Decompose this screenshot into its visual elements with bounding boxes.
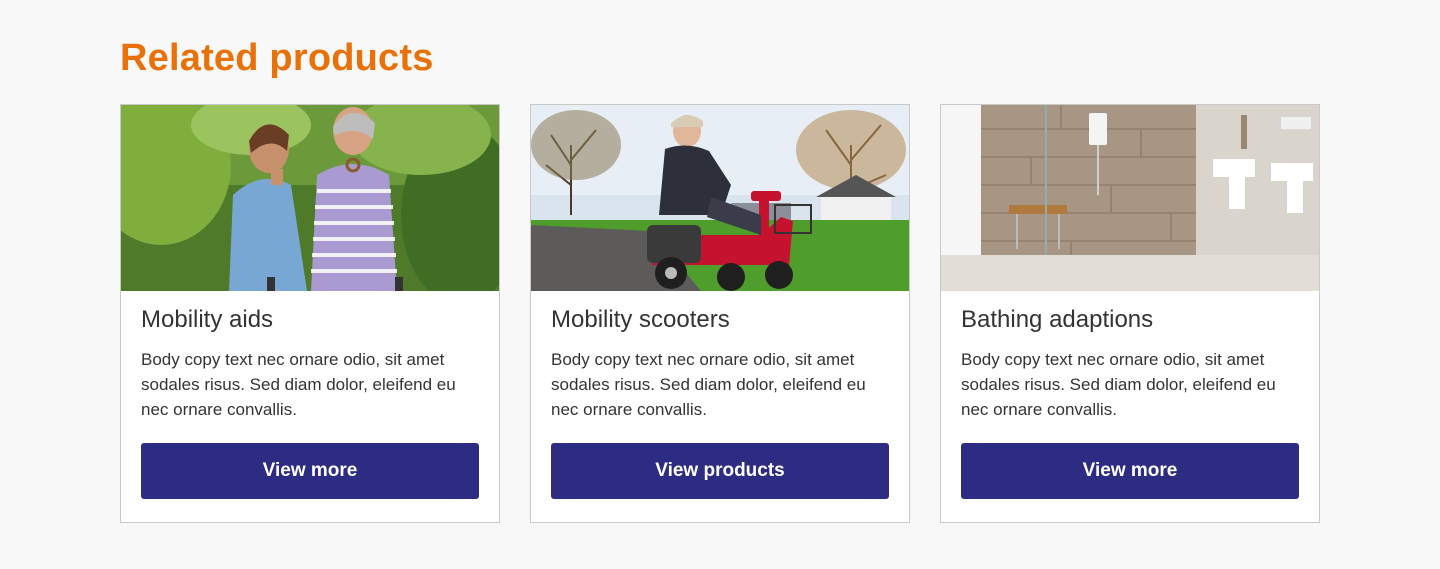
mobility-aids-photo bbox=[121, 105, 499, 291]
section-title: Related products bbox=[120, 37, 434, 79]
card-body: Mobility scooters Body copy text nec orn… bbox=[531, 291, 909, 499]
bathroom-photo bbox=[941, 105, 1319, 291]
card-title: Mobility scooters bbox=[551, 306, 730, 333]
mobility-scooter-photo bbox=[531, 105, 909, 291]
card-image[interactable] bbox=[531, 105, 909, 291]
card-body: Bathing adaptions Body copy text nec orn… bbox=[941, 291, 1319, 499]
view-products-button[interactable]: View products bbox=[551, 443, 889, 499]
card-body: Mobility aids Body copy text nec ornare … bbox=[121, 291, 499, 499]
view-more-button[interactable]: View more bbox=[961, 443, 1299, 499]
card-description: Body copy text nec ornare odio, sit amet… bbox=[961, 350, 1276, 419]
card-description: Body copy text nec ornare odio, sit amet… bbox=[551, 350, 866, 419]
product-card-list: Mobility aids Body copy text nec ornare … bbox=[120, 104, 1320, 523]
product-card: Mobility scooters Body copy text nec orn… bbox=[530, 104, 910, 523]
view-more-button[interactable]: View more bbox=[141, 443, 479, 499]
card-title: Mobility aids bbox=[141, 306, 274, 333]
card-image[interactable] bbox=[121, 105, 499, 291]
product-card: Mobility aids Body copy text nec ornare … bbox=[120, 104, 500, 523]
card-description: Body copy text nec ornare odio, sit amet… bbox=[141, 350, 456, 419]
product-card: Bathing adaptions Body copy text nec orn… bbox=[940, 104, 1320, 523]
related-products-section: Related products Mobility aids Body copy… bbox=[0, 0, 1440, 569]
card-image[interactable] bbox=[941, 105, 1319, 291]
card-title: Bathing adaptions bbox=[961, 306, 1154, 333]
